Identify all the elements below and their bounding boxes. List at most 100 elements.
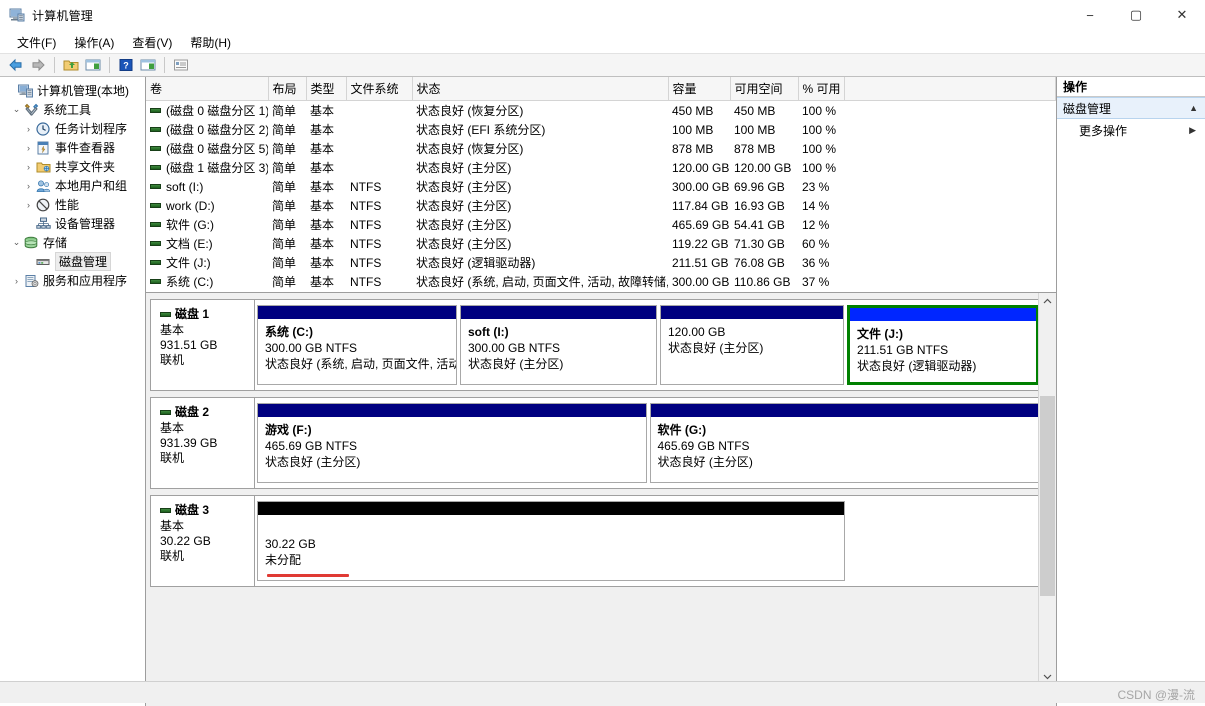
disk-info[interactable]: 磁盘 3 基本 30.22 GB 联机 [151, 496, 255, 586]
column-header-free-space[interactable]: 可用空间 [730, 77, 799, 101]
disk-panel[interactable]: 磁盘 2 基本 931.39 GB 联机 游戏 (F:) 465.69 GB N… [150, 397, 1038, 489]
forward-icon[interactable] [28, 56, 48, 74]
twisty[interactable]: › [22, 122, 35, 135]
table-row[interactable]: (磁盘 0 磁盘分区 2) 简单 基本 状态良好 (EFI 系统分区) 100 … [146, 120, 1056, 139]
menu-bar: 文件(F) 操作(A) 查看(V) 帮助(H) [0, 31, 1205, 54]
tree-item-label: 任务计划程序 [55, 122, 128, 136]
table-row[interactable]: 文档 (E:) 简单 基本 NTFS 状态良好 (主分区) 119.22 GB … [146, 234, 1056, 253]
scrollbar-track[interactable] [1039, 310, 1056, 668]
column-header-type[interactable]: 类型 [306, 77, 347, 101]
menu-file[interactable]: 文件(F) [8, 32, 65, 53]
partition-unlettered[interactable]: 120.00 GB 状态良好 (主分区) [660, 305, 844, 385]
chevron-up-icon[interactable]: ▲ [1189, 103, 1198, 113]
table-row[interactable]: 系统 (C:) 简单 基本 NTFS 状态良好 (系统, 启动, 页面文件, 活… [146, 272, 1056, 291]
column-header-status[interactable]: 状态 [412, 77, 669, 101]
disk-panel[interactable]: 磁盘 1 基本 931.51 GB 联机 系统 (C:) 300.00 GB N… [150, 299, 1038, 391]
twisty[interactable]: › [22, 141, 35, 154]
disk-info[interactable]: 磁盘 2 基本 931.39 GB 联机 [151, 398, 255, 488]
show-console-tree-icon[interactable] [83, 56, 103, 74]
table-row[interactable]: 文件 (J:) 简单 基本 NTFS 状态良好 (逻辑驱动器) 211.51 G… [146, 253, 1056, 272]
tree-item-label: 设备管理器 [55, 217, 116, 231]
action-label: 更多操作 [1079, 123, 1128, 138]
table-row[interactable]: work (D:) 简单 基本 NTFS 状态良好 (主分区) 117.84 G… [146, 196, 1056, 215]
table-row[interactable]: 软件 (G:) 简单 基本 NTFS 状态良好 (主分区) 465.69 GB … [146, 215, 1056, 234]
tree-item-storage[interactable]: ⌄ 存储 [0, 233, 145, 252]
tree-item-performance[interactable]: › 性能 [0, 195, 145, 214]
tree-item-device-manager[interactable]: 设备管理器 [0, 214, 145, 233]
annotation-underline [267, 574, 349, 577]
scrollbar-thumb[interactable] [1040, 396, 1055, 596]
tree-item-label: 共享文件夹 [55, 160, 116, 174]
column-header-volume[interactable]: 卷 [146, 77, 269, 101]
tree-item-computer-management[interactable]: 计算机管理(本地) [0, 81, 145, 100]
cell-free-space: 100 MB [734, 122, 776, 137]
cell-type: 基本 [310, 123, 335, 137]
disk-icon [160, 410, 171, 415]
volume-list[interactable]: 卷 布局 类型 文件系统 状态 容量 可用空间 % 可用 (磁盘 0 磁盘分区 … [146, 77, 1056, 293]
show-action-pane-icon[interactable] [138, 56, 158, 74]
disk-graphical-scroll-area: 磁盘 1 基本 931.51 GB 联机 系统 (C:) 300.00 GB N… [146, 293, 1038, 685]
column-header-capacity[interactable]: 容量 [668, 77, 731, 101]
partition-strip: 30.22 GB 未分配 [255, 496, 1038, 586]
column-header-percent-free[interactable]: % 可用 [798, 77, 845, 101]
tree-item-local-users-and-groups[interactable]: › 本地用户和组 [0, 176, 145, 195]
cell-status: 状态良好 (恢复分区) [416, 104, 524, 118]
table-row[interactable]: (磁盘 1 磁盘分区 3) 简单 基本 状态良好 (主分区) 120.00 GB… [146, 158, 1056, 177]
twisty[interactable]: › [22, 198, 35, 211]
up-folder-icon[interactable] [61, 56, 81, 74]
close-button[interactable]: ✕ [1159, 0, 1205, 30]
twisty[interactable]: › [22, 179, 35, 192]
column-header-filesystem[interactable]: 文件系统 [346, 77, 413, 101]
tree-item-services-and-applications[interactable]: › 服务和应用程序 [0, 271, 145, 290]
cell-type: 基本 [310, 275, 335, 289]
disk-info[interactable]: 磁盘 1 基本 931.51 GB 联机 [151, 300, 255, 390]
partition-size: 30.22 GB [265, 537, 316, 551]
twisty[interactable]: ⌄ [10, 103, 23, 116]
partition-size: 211.51 GB NTFS [857, 343, 949, 357]
menu-action[interactable]: 操作(A) [65, 32, 123, 53]
column-header-layout[interactable]: 布局 [268, 77, 307, 101]
tree-item-label: 性能 [55, 198, 80, 212]
maximize-button[interactable]: ▢ [1113, 0, 1159, 30]
partition-c[interactable]: 系统 (C:) 300.00 GB NTFS 状态良好 (系统, 启动, 页面文… [257, 305, 457, 385]
cell-free-space: 110.86 GB [734, 274, 791, 289]
menu-view[interactable]: 查看(V) [123, 32, 181, 53]
twisty[interactable]: › [10, 274, 23, 287]
tree-item-event-viewer[interactable]: › 事件查看器 [0, 138, 145, 157]
twisty [4, 84, 17, 97]
sidebar-item-disk-management[interactable]: 磁盘管理 [0, 252, 145, 271]
twisty[interactable]: › [22, 160, 35, 173]
cell-filesystem [346, 120, 412, 139]
properties-icon[interactable] [171, 56, 191, 74]
twisty[interactable]: ⌄ [10, 236, 23, 249]
partition-j-selected[interactable]: 文件 (J:) 211.51 GB NTFS 状态良好 (逻辑驱动器) [847, 305, 1038, 385]
tree-item-system-tools[interactable]: ⌄ 系统工具 [0, 100, 145, 119]
title-bar: 计算机管理 − ▢ ✕ [0, 0, 1205, 31]
cell-percent-free: 60 % [802, 236, 830, 251]
table-row[interactable]: soft (I:) 简单 基本 NTFS 状态良好 (主分区) 300.00 G… [146, 177, 1056, 196]
disk-panel[interactable]: 磁盘 3 基本 30.22 GB 联机 30.22 GB 未分配 [150, 495, 1038, 587]
tree-item-task-scheduler[interactable]: › 任务计划程序 [0, 119, 145, 138]
partition-i[interactable]: soft (I:) 300.00 GB NTFS 状态良好 (主分区) [460, 305, 657, 385]
partition-f[interactable]: 游戏 (F:) 465.69 GB NTFS 状态良好 (主分区) [257, 403, 647, 483]
cell-filesystem: NTFS [350, 179, 382, 194]
toolbar-separator-3 [164, 57, 165, 73]
users-icon [35, 178, 51, 193]
graphical-view-scrollbar[interactable] [1038, 293, 1056, 685]
tree-item-label: 事件查看器 [55, 141, 116, 155]
tree-item-shared-folders[interactable]: › 共享文件夹 [0, 157, 145, 176]
partition-g[interactable]: 软件 (G:) 465.69 GB NTFS 状态良好 (主分区) [649, 403, 1038, 483]
toolbar: ? [0, 54, 1205, 77]
cell-free-space: 69.96 GB [734, 179, 785, 194]
cell-free-space: 54.41 GB [734, 217, 785, 232]
scroll-up-button[interactable] [1039, 293, 1056, 310]
action-more-actions[interactable]: 更多操作 ▶ [1057, 119, 1205, 141]
minimize-button[interactable]: − [1067, 0, 1113, 30]
menu-help[interactable]: 帮助(H) [181, 32, 240, 53]
back-icon[interactable] [6, 56, 26, 74]
table-row[interactable]: (磁盘 0 磁盘分区 1) 简单 基本 状态良好 (恢复分区) 450 MB 4… [146, 101, 1056, 121]
help-icon[interactable]: ? [116, 56, 136, 74]
partition-unallocated[interactable]: 30.22 GB 未分配 [257, 501, 845, 581]
table-row[interactable]: (磁盘 0 磁盘分区 5) 简单 基本 状态良好 (恢复分区) 878 MB 8… [146, 139, 1056, 158]
actions-group-disk-management[interactable]: 磁盘管理 ▲ [1057, 97, 1205, 119]
